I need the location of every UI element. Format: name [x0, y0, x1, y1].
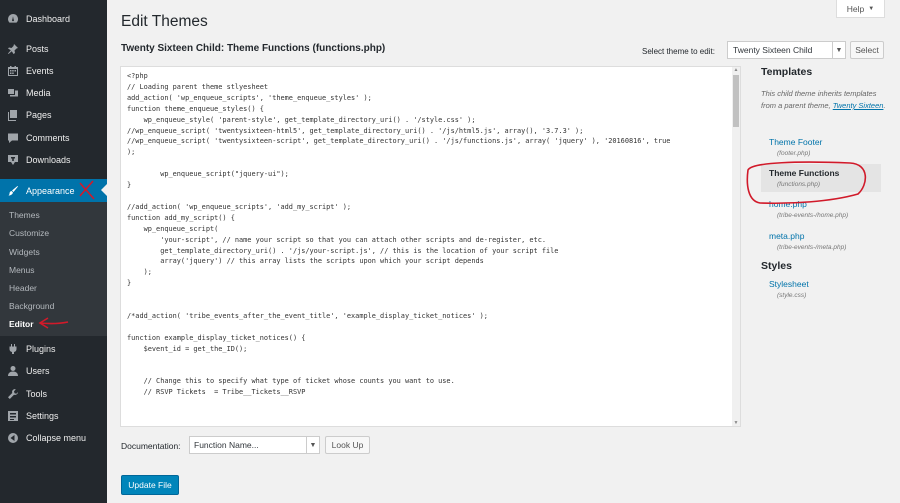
menu-posts[interactable]: Posts — [0, 38, 107, 60]
documentation-select[interactable]: Function Name... ▼ — [189, 436, 320, 454]
pages-icon — [7, 109, 19, 121]
menu-pages[interactable]: Pages — [0, 104, 107, 126]
style-file: (style.css) — [777, 292, 807, 299]
file-title: Twenty Sixteen Child: Theme Functions (f… — [121, 43, 386, 54]
menu-downloads[interactable]: Downloads — [0, 149, 107, 171]
menu-label: Downloads — [26, 155, 71, 165]
documentation-select-value: Function Name... — [194, 440, 259, 450]
menu-label: Posts — [26, 44, 49, 54]
menu-label: Settings — [26, 411, 59, 421]
update-file-button[interactable]: Update File — [121, 475, 179, 495]
chevron-down-icon: ▼ — [306, 437, 319, 453]
menu-label: Comments — [26, 133, 70, 143]
menu-users[interactable]: Users — [0, 360, 107, 382]
download-icon — [7, 154, 19, 166]
menu-appearance[interactable]: Appearance — [0, 179, 107, 202]
menu-plugins[interactable]: Plugins — [0, 338, 107, 360]
menu-label: Tools — [26, 389, 48, 399]
media-icon — [7, 87, 19, 99]
menu-label: Dashboard — [26, 14, 71, 24]
menu-label: Pages — [26, 110, 52, 120]
calendar-icon — [7, 65, 19, 77]
template-name[interactable]: meta.php — [769, 231, 846, 241]
template-item[interactable]: Theme Footer (footer.php) — [769, 137, 822, 157]
page-title: Edit Themes — [121, 13, 208, 30]
template-file: (tribe-events-/meta.php) — [777, 244, 847, 251]
appearance-submenu: Themes Customize Widgets Menus Header Ba… — [0, 202, 107, 336]
help-button[interactable]: Help ▼ — [836, 0, 885, 18]
menu-label: Events — [26, 66, 54, 76]
wrench-icon — [7, 388, 19, 400]
menu-settings[interactable]: Settings — [0, 405, 107, 427]
scroll-up-icon[interactable]: ▲ — [732, 67, 740, 73]
menu-label: Plugins — [26, 344, 56, 354]
pushpin-icon — [7, 43, 19, 55]
chevron-down-icon: ▼ — [832, 42, 845, 58]
submenu-menus[interactable]: Menus — [9, 265, 35, 275]
menu-events[interactable]: Events — [0, 60, 107, 82]
plug-icon — [7, 343, 19, 355]
submenu-customize[interactable]: Customize — [9, 228, 49, 238]
submenu-editor[interactable]: Editor — [9, 319, 34, 329]
menu-media[interactable]: Media — [0, 82, 107, 104]
comment-icon — [7, 132, 19, 144]
inherits-note: This child theme inherits templates from… — [761, 88, 887, 112]
menu-label: Appearance — [26, 185, 75, 196]
lookup-button[interactable]: Look Up — [325, 436, 370, 454]
style-name[interactable]: Stylesheet — [769, 279, 809, 289]
style-item[interactable]: Stylesheet (style.css) — [769, 279, 809, 299]
scroll-down-icon[interactable]: ▼ — [732, 420, 740, 426]
submenu-widgets[interactable]: Widgets — [9, 247, 40, 257]
template-item[interactable]: meta.php (tribe-events-/meta.php) — [769, 231, 846, 251]
styles-heading: Styles — [761, 260, 792, 272]
caret-down-icon: ▼ — [868, 5, 875, 12]
template-item[interactable]: home.php (tribe-events-/home.php) — [769, 199, 848, 219]
dashboard-icon — [7, 13, 19, 25]
template-item-current[interactable]: Theme Functions (functions.php) — [761, 164, 881, 192]
theme-select[interactable]: Twenty Sixteen Child ▼ — [727, 41, 846, 59]
menu-label: Collapse menu — [26, 433, 87, 443]
menu-label: Users — [26, 366, 50, 376]
collapse-icon — [7, 432, 19, 444]
submenu-background[interactable]: Background — [9, 301, 54, 311]
submenu-header[interactable]: Header — [9, 283, 37, 293]
templates-heading: Templates — [761, 66, 813, 78]
admin-sidebar: Dashboard Posts Events Media Pages Comme… — [0, 0, 107, 503]
menu-dashboard[interactable]: Dashboard — [0, 8, 107, 30]
menu-collapse[interactable]: Collapse menu — [0, 427, 107, 449]
code-editor[interactable]: <?php // Loading parent theme stlyesheet… — [120, 66, 741, 427]
submenu-themes[interactable]: Themes — [9, 210, 40, 220]
theme-select-value: Twenty Sixteen Child — [733, 45, 813, 55]
template-file: (tribe-events-/home.php) — [777, 212, 849, 219]
menu-comments[interactable]: Comments — [0, 127, 107, 149]
select-theme-button[interactable]: Select — [850, 41, 884, 59]
template-name[interactable]: Theme Footer — [769, 137, 822, 147]
paintbrush-icon — [7, 185, 19, 197]
code-textarea[interactable]: <?php // Loading parent theme stlyesheet… — [127, 71, 670, 398]
inherits-period: . — [883, 101, 886, 110]
settings-icon — [7, 410, 19, 422]
template-file: (footer.php) — [777, 150, 811, 157]
menu-label: Media — [26, 88, 51, 98]
documentation-label: Documentation: — [121, 441, 181, 451]
user-icon — [7, 365, 19, 377]
help-label: Help — [846, 3, 865, 14]
template-file: (functions.php) — [777, 181, 820, 188]
template-name[interactable]: home.php — [769, 199, 848, 209]
editor-scrollbar[interactable]: ▲ ▼ — [732, 67, 740, 426]
theme-select-label: Select theme to edit: — [642, 47, 715, 56]
template-name[interactable]: Theme Functions — [769, 168, 881, 178]
menu-tools[interactable]: Tools — [0, 383, 107, 405]
scrollbar-thumb[interactable] — [733, 75, 739, 127]
parent-theme-link[interactable]: Twenty Sixteen — [833, 101, 884, 110]
